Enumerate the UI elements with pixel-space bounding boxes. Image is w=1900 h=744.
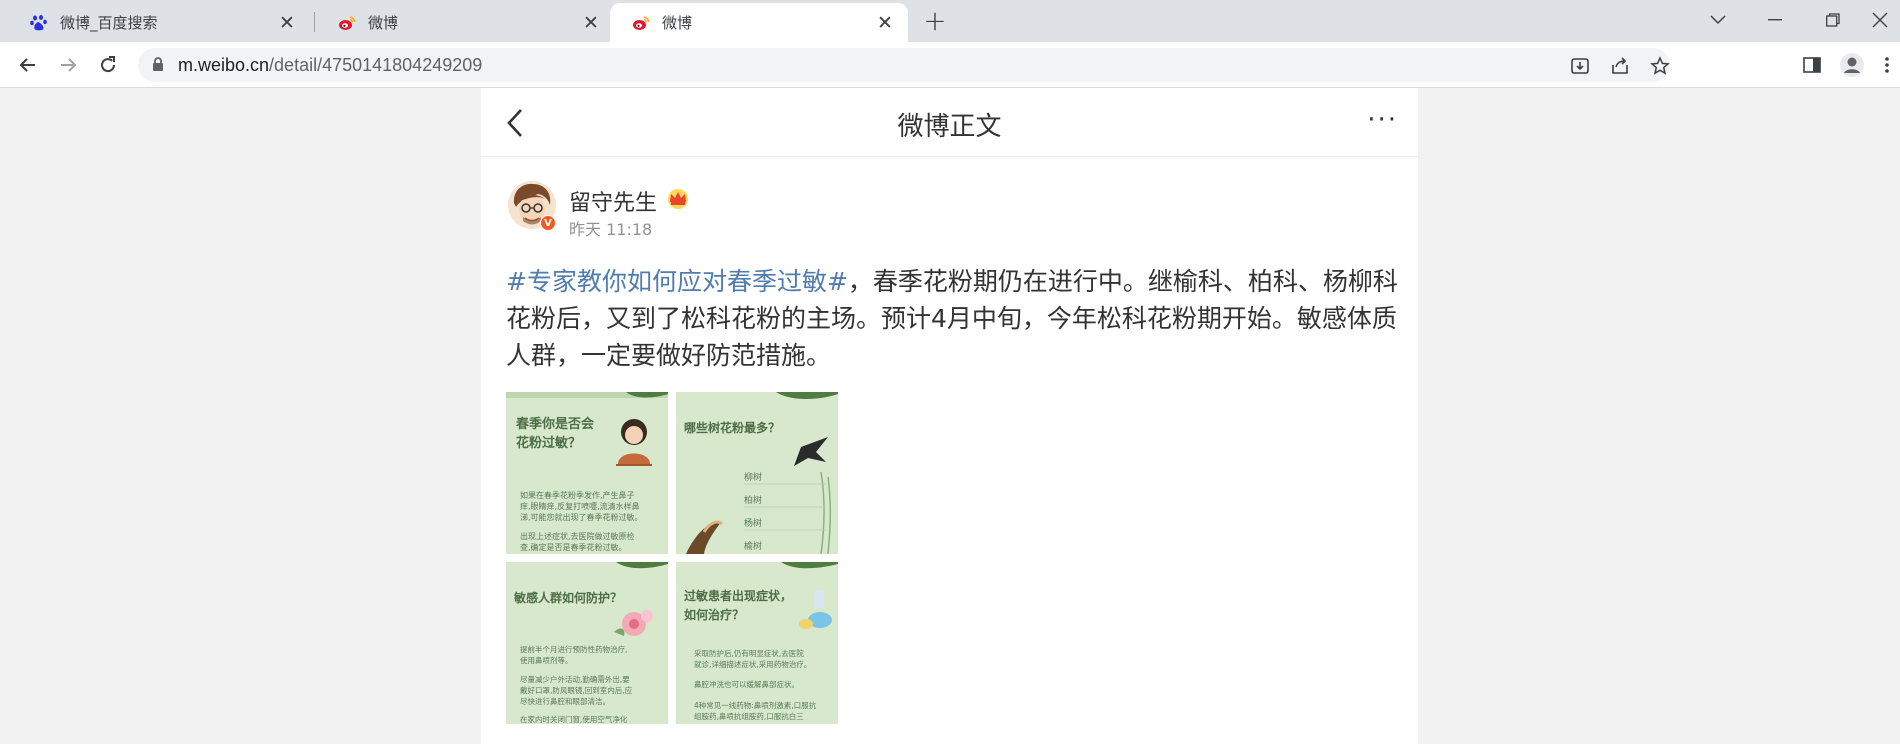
- tab-search-chevron-icon[interactable]: [1688, 0, 1748, 40]
- image-line: 尽快进行鼻腔和眼部清洁。: [520, 696, 610, 706]
- image-line: 柏树: [744, 494, 762, 506]
- image-line: 在家内时关闭门窗,使用空气净化: [520, 714, 628, 724]
- image-line: 4种常见一线药物:鼻喷剂激素,口服抗: [694, 700, 817, 710]
- crown-member-icon[interactable]: [666, 187, 690, 213]
- image-line: 痒,眼睛痒,反复打喷嚏,流清水样鼻: [520, 501, 640, 511]
- reload-icon[interactable]: [92, 49, 124, 81]
- share-icon[interactable]: [1608, 54, 1632, 78]
- image-heading: 春季你是否会: [515, 416, 595, 432]
- tab-weibo-1[interactable]: 微博 ✕: [316, 3, 614, 42]
- image-line: 组胺药,鼻喷抗组胺药,口服抗白三: [694, 711, 804, 721]
- tab-close-icon[interactable]: ✕: [874, 12, 896, 34]
- post-time: 昨天 11:18: [569, 220, 653, 239]
- image-line: 尽量减少户外活动,勤确需外出,要: [520, 674, 630, 684]
- back-icon[interactable]: [12, 49, 44, 81]
- url-path: /detail/4750141804249209: [269, 55, 483, 75]
- page-title: 微博正文: [897, 112, 1002, 142]
- image-line: 提前半个月进行预防性药物治疗,: [520, 644, 627, 654]
- post-image-2[interactable]: 哪些树花粉最多？ 柳树 柏树 杨树 榆树: [676, 392, 838, 554]
- image-line: 就诊,详细描述症状,采用药物治疗。: [694, 659, 811, 669]
- image-line: 出现上述症状,去医院做过敏原检: [520, 531, 635, 541]
- menu-kebab-icon[interactable]: [1877, 50, 1897, 80]
- address-bar[interactable]: m.weibo.cn/detail/4750141804249209: [138, 48, 1670, 82]
- lock-icon[interactable]: [152, 57, 164, 76]
- image-heading: 过敏患者出现症状，: [684, 588, 792, 603]
- weibo-icon: [338, 14, 356, 32]
- tab-title: 微博_百度搜索: [60, 14, 158, 32]
- new-tab-button[interactable]: +: [920, 7, 950, 37]
- url-text[interactable]: m.weibo.cn/detail/4750141804249209: [178, 55, 482, 76]
- image-line: 如果在春季花粉季发作,产生鼻子: [520, 490, 635, 500]
- image-heading: 如何治疗？: [684, 607, 744, 622]
- bookmark-star-icon[interactable]: [1648, 54, 1672, 78]
- image-line: 涕,可能您就出现了春季花粉过敏。: [520, 512, 643, 522]
- browser-toolbar: m.weibo.cn/detail/4750141804249209: [0, 42, 1900, 88]
- tab-separator: [314, 12, 315, 32]
- image-line: 查,确定是否是春季花粉过敏。: [520, 542, 627, 552]
- hashtag-link[interactable]: #专家教你如何应对春季过敏#: [506, 267, 848, 296]
- image-heading: 哪些树花粉最多？: [684, 420, 780, 435]
- image-line: 榆树: [744, 540, 762, 552]
- post-text: #专家教你如何应对春季过敏#，春季花粉期仍在进行中。继榆科、柏科、杨柳科花粉后，…: [506, 263, 1401, 374]
- image-line: 使用鼻喷剂等。: [520, 655, 573, 665]
- weibo-detail-page: 微博正文 ··· V 留守先生 昨天 11:18 #专家教你如何应对春季过敏#，…: [481, 88, 1418, 744]
- tab-close-icon[interactable]: ✕: [580, 12, 602, 34]
- image-line: 戴好口罩,防风眼镜,回到室内后,应: [520, 685, 633, 695]
- image-line: 采取防护后,仍有明显症状,去医院: [694, 648, 804, 658]
- image-line: 鼻腔冲洗也可以缓解鼻部症状。: [694, 679, 799, 689]
- tab-title: 微博: [662, 14, 693, 32]
- author-name[interactable]: 留守先生: [569, 185, 657, 217]
- post-image-4[interactable]: 过敏患者出现症状， 如何治疗？ 采取防护后,仍有明显症状,去医院 就诊,详细描述…: [676, 562, 838, 724]
- image-heading: 花粉过敏？: [516, 435, 581, 451]
- verified-badge: V: [540, 215, 556, 231]
- close-window-icon[interactable]: [1860, 0, 1900, 40]
- install-app-icon[interactable]: [1568, 54, 1592, 78]
- minimize-icon[interactable]: [1745, 0, 1805, 40]
- post-image-3[interactable]: 敏感人群如何防护？ 提前半个月进行预防性药物治疗, 使用鼻喷剂等。 尽量减少户外…: [506, 562, 668, 724]
- page-header: 微博正文 ···: [481, 88, 1418, 157]
- tab-weibo-active[interactable]: 微博 ✕: [610, 3, 908, 42]
- weibo-icon: [632, 14, 650, 32]
- url-host: m.weibo.cn: [178, 55, 270, 75]
- restore-icon[interactable]: [1803, 0, 1863, 40]
- image-line: 柳树: [744, 471, 762, 483]
- image-line: 杨树: [744, 517, 762, 529]
- side-panel-icon[interactable]: [1797, 50, 1827, 80]
- more-options-icon[interactable]: ···: [1367, 105, 1398, 135]
- forward-icon[interactable]: [52, 49, 84, 81]
- image-heading: 敏感人群如何防护？: [513, 590, 622, 605]
- tab-baidu-search[interactable]: 微博_百度搜索 ✕: [8, 3, 310, 42]
- baidu-paw-icon: [30, 14, 48, 32]
- post-image-1[interactable]: 春季你是否会 花粉过敏？ 如果在春季花粉季发作,产生鼻子 痒,眼睛痒,反复打喷嚏…: [506, 392, 668, 554]
- tab-strip: 微博_百度搜索 ✕ 微博 ✕ 微博 ✕ +: [0, 0, 1900, 42]
- profile-avatar-icon[interactable]: [1837, 50, 1867, 80]
- tab-title: 微博: [368, 14, 399, 32]
- tab-close-icon[interactable]: ✕: [276, 12, 298, 34]
